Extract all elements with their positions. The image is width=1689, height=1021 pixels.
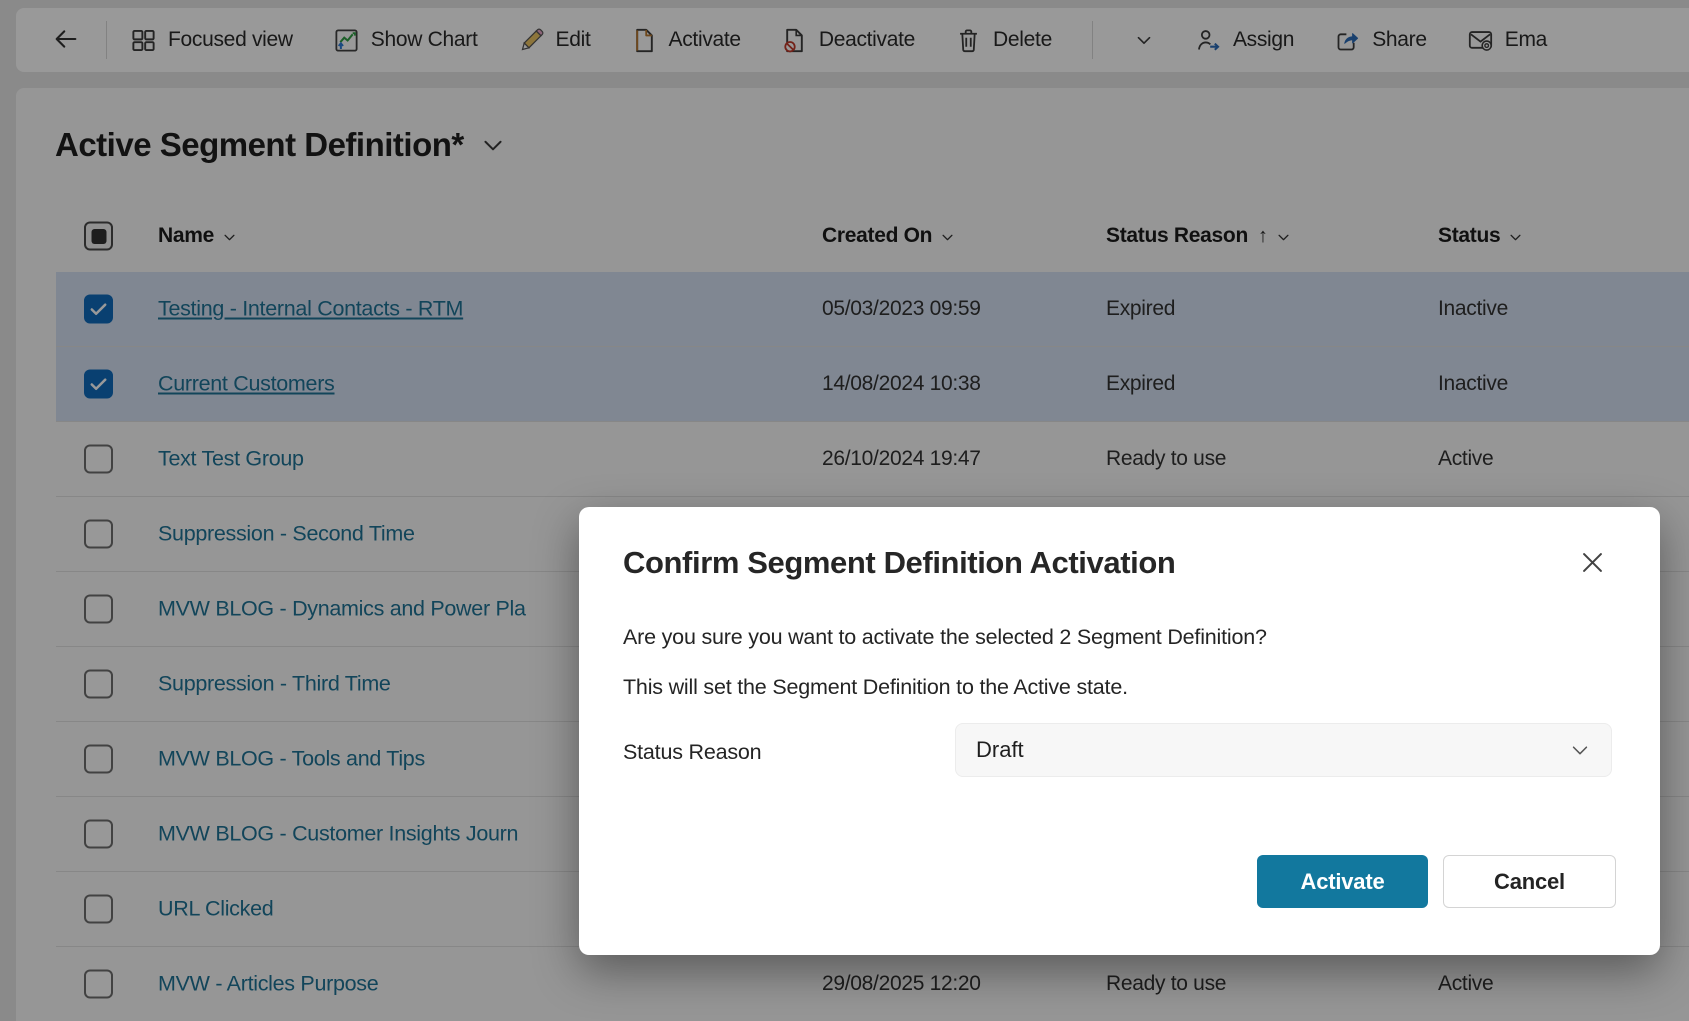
status-reason-value: Draft (976, 737, 1024, 762)
chevron-down-icon (1569, 739, 1591, 761)
activate-button[interactable]: Activate (1257, 855, 1428, 908)
cancel-button[interactable]: Cancel (1443, 855, 1616, 908)
close-icon (1573, 549, 1611, 576)
dialog-close-button[interactable] (1573, 543, 1611, 581)
confirm-dialog: Confirm Segment Definition Activation Ar… (579, 507, 1660, 955)
dialog-title: Confirm Segment Definition Activation (623, 545, 1176, 580)
status-reason-label: Status Reason (623, 740, 762, 764)
dialog-message-2: This will set the Segment Definition to … (623, 675, 1128, 699)
status-reason-dropdown[interactable]: Draft (955, 723, 1612, 777)
dialog-message-1: Are you sure you want to activate the se… (623, 625, 1267, 649)
